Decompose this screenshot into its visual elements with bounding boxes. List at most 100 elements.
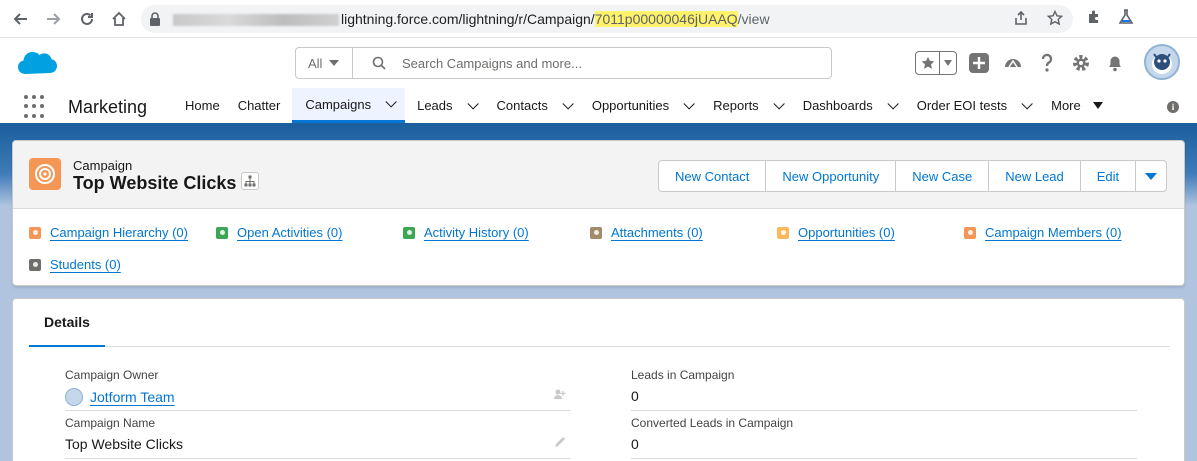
nav-item-more[interactable]: More (1041, 88, 1103, 123)
back-icon[interactable] (10, 8, 32, 30)
more-actions-dropdown[interactable] (1135, 160, 1168, 192)
nav-item-leads[interactable]: Leads (405, 88, 486, 123)
field-label: Converted Leads in Campaign (631, 416, 794, 430)
caret-down-icon (1145, 172, 1158, 180)
chevron-down-icon[interactable] (773, 97, 785, 110)
nav-item-reports[interactable]: Reports (703, 88, 793, 123)
extensions-icon[interactable] (1086, 9, 1102, 30)
astro-avatar-icon (1152, 53, 1172, 74)
browser-toolbar: lightning.force.com/lightning/r/Campaign… (0, 0, 1197, 38)
address-bar[interactable]: lightning.force.com/lightning/r/Campaign… (141, 5, 1073, 33)
edit-pencil-icon[interactable] (553, 435, 567, 449)
tab-details[interactable]: Details (29, 299, 105, 347)
chevron-down-icon[interactable] (562, 97, 574, 110)
nav-item-contacts[interactable]: Contacts (487, 88, 582, 123)
caret-down-icon (1092, 102, 1103, 109)
edit-button[interactable]: Edit (1079, 160, 1137, 192)
favorites-star-icon[interactable] (916, 52, 940, 74)
campaign-icon (964, 226, 976, 239)
nav-item-label: Reports (713, 98, 759, 113)
info-icon[interactable]: i (1167, 101, 1179, 113)
chevron-down-icon[interactable] (887, 97, 899, 110)
global-actions-plus-icon[interactable] (967, 51, 991, 75)
nav-item-chatter[interactable]: Chatter (238, 88, 293, 123)
hierarchy-icon[interactable] (241, 172, 259, 190)
nav-item-opportunities[interactable]: Opportunities (582, 88, 703, 123)
field-leads-in-campaign: Leads in Campaign 0 (631, 363, 1137, 411)
new-lead-button[interactable]: New Lead (988, 160, 1081, 192)
setup-gear-icon[interactable] (1069, 51, 1093, 75)
nav-item-dashboards[interactable]: Dashboards (793, 88, 907, 123)
chevron-down-icon[interactable] (385, 96, 397, 108)
related-link-label[interactable]: Campaign Members (0) (985, 225, 1122, 240)
nav-item-campaigns[interactable]: Campaigns (292, 88, 406, 123)
change-owner-icon[interactable] (553, 387, 567, 401)
search-scope-label: All (308, 55, 323, 71)
wrench-icon (216, 226, 228, 239)
field-value: 0 (631, 388, 639, 404)
chevron-down-icon[interactable] (683, 97, 695, 110)
related-link-label[interactable]: Campaign Hierarchy (0) (50, 225, 188, 240)
related-link-campaign-members[interactable]: Campaign Members (0) (964, 225, 1122, 240)
related-link-label[interactable]: Opportunities (0) (798, 225, 895, 240)
url-text: lightning.force.com/lightning/r/Campaign… (173, 11, 770, 27)
lab-flask-icon[interactable] (1118, 9, 1134, 30)
app-navigation-bar: Marketing Home Chatter Campaigns Leads C… (0, 88, 1197, 126)
campaign-icon (29, 226, 41, 239)
forward-icon[interactable] (42, 8, 64, 30)
field-label: Campaign Name (65, 416, 156, 430)
url-host: lightning.force.com/lightning/r/Campaign… (341, 11, 595, 27)
new-contact-button[interactable]: New Contact (658, 160, 767, 192)
chevron-down-icon[interactable] (466, 97, 479, 110)
salesforce-cloud-logo[interactable] (16, 48, 58, 78)
chevron-down-icon[interactable] (1021, 97, 1033, 110)
share-icon[interactable] (1013, 10, 1029, 31)
related-link-label[interactable]: Activity History (0) (424, 225, 529, 240)
nav-more-label: More (1051, 98, 1081, 113)
nav-item-label: Chatter (237, 98, 281, 113)
nav-item-label: Leads (417, 98, 453, 113)
favorites-group (915, 51, 957, 75)
related-list-quick-links: Campaign Hierarchy (0) Open Activities (… (13, 209, 1184, 285)
related-link-open-activities[interactable]: Open Activities (0) (216, 225, 343, 240)
home-icon[interactable] (108, 8, 130, 30)
new-case-button[interactable]: New Case (895, 160, 990, 192)
field-converted-leads: Converted Leads in Campaign 0 (631, 411, 1137, 459)
related-link-label[interactable]: Students (0) (50, 257, 121, 272)
wrench-icon (403, 226, 415, 239)
help-question-icon[interactable] (1035, 51, 1059, 75)
lock-icon (150, 12, 160, 26)
related-link-students[interactable]: Students (0) (29, 257, 121, 272)
nav-item-order-eoi-tests[interactable]: Order EOI tests (907, 88, 1041, 123)
favorites-list-dropdown[interactable] (940, 52, 956, 74)
field-value: 0 (631, 436, 639, 452)
notifications-bell-icon[interactable] (1103, 51, 1127, 75)
owner-link[interactable]: Jotform Team (65, 388, 175, 406)
app-launcher-icon[interactable] (24, 95, 48, 119)
object-type-label: Campaign (73, 158, 133, 173)
related-link-attachments[interactable]: Attachments (0) (590, 225, 703, 240)
crown-icon (777, 226, 789, 239)
bookmark-star-icon[interactable] (1046, 9, 1064, 31)
new-opportunity-button[interactable]: New Opportunity (765, 160, 897, 192)
nav-item-label: Home (185, 98, 220, 113)
related-link-campaign-hierarchy[interactable]: Campaign Hierarchy (0) (29, 225, 188, 240)
reload-icon[interactable] (76, 8, 98, 30)
related-link-label[interactable]: Attachments (0) (611, 225, 703, 240)
related-link-activity-history[interactable]: Activity History (0) (403, 225, 529, 240)
record-details-card: Details Campaign Owner Jotform Team Lead… (12, 298, 1185, 461)
trailhead-guidance-icon[interactable] (1001, 51, 1025, 75)
search-input[interactable] (402, 48, 822, 78)
related-link-opportunities[interactable]: Opportunities (0) (777, 225, 895, 240)
user-avatar[interactable] (1144, 44, 1180, 80)
field-label: Campaign Owner (65, 368, 159, 382)
search-scope-dropdown[interactable]: All (296, 48, 353, 78)
redacted-url-part (173, 14, 339, 27)
record-highlights-card: Campaign Top Website Clicks New Contact … (12, 140, 1185, 286)
record-title: Top Website Clicks (73, 173, 237, 193)
owner-name[interactable]: Jotform Team (90, 389, 175, 405)
nav-item-home[interactable]: Home (175, 88, 238, 123)
record-tabs: Details (29, 299, 1170, 347)
global-search: All (295, 47, 832, 79)
related-link-label[interactable]: Open Activities (0) (237, 225, 343, 240)
